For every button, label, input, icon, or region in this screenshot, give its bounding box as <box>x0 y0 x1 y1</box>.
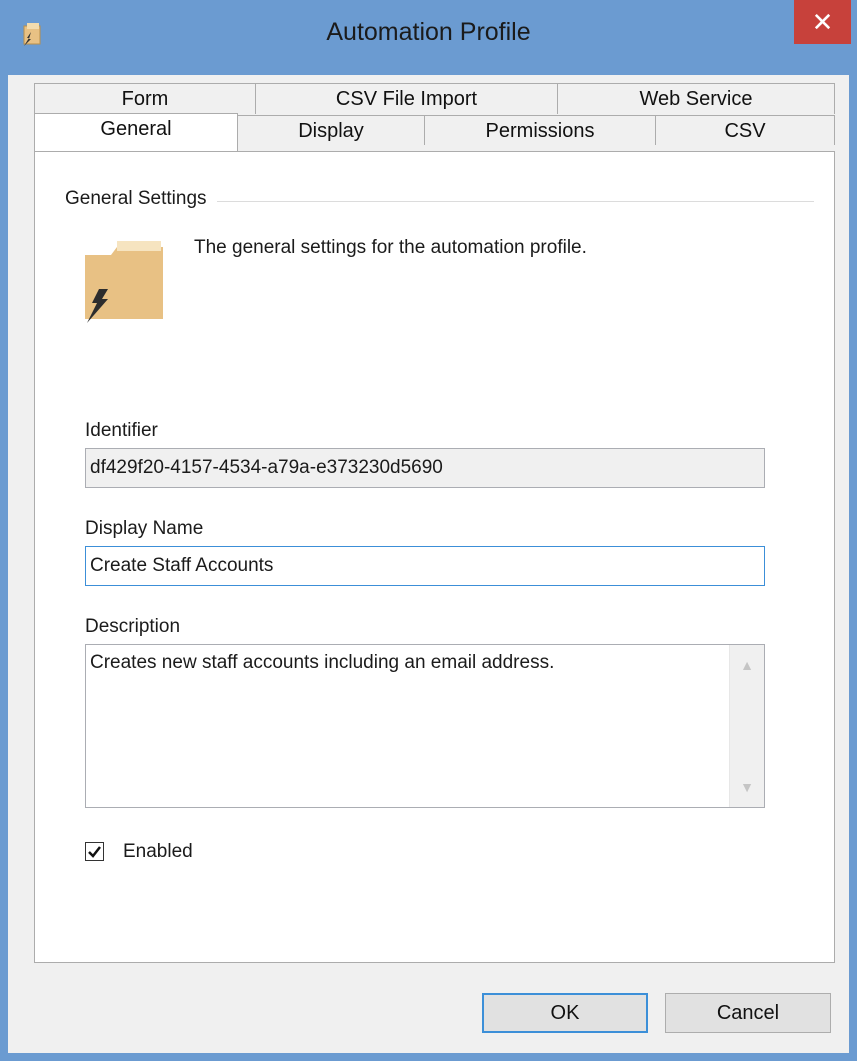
tab-csv[interactable]: CSV <box>655 115 835 145</box>
identifier-field[interactable]: df429f20-4157-4534-a79a-e373230d5690 <box>85 448 765 488</box>
automation-folder-icon <box>81 237 169 325</box>
enabled-checkbox[interactable] <box>85 842 104 861</box>
scroll-up-icon[interactable]: ▲ <box>730 650 764 680</box>
display-name-label: Display Name <box>85 518 204 539</box>
dialog-client-area: Form CSV File Import Web Service General… <box>8 75 849 1053</box>
tab-display[interactable]: Display <box>237 115 425 145</box>
tab-permissions[interactable]: Permissions <box>424 115 656 145</box>
description-text: Creates new staff accounts including an … <box>90 652 555 673</box>
ok-button[interactable]: OK <box>482 993 648 1033</box>
dialog-window: Automation Profile ✕ Form CSV File Impor… <box>0 0 857 1061</box>
title-bar: Automation Profile ✕ <box>0 0 857 75</box>
settings-description: The general settings for the automation … <box>194 237 587 258</box>
tab-general[interactable]: General <box>34 113 238 151</box>
tab-csv-file-import[interactable]: CSV File Import <box>255 83 558 114</box>
close-button[interactable]: ✕ <box>794 0 851 44</box>
tab-web-service[interactable]: Web Service <box>557 83 835 114</box>
scroll-down-icon[interactable]: ▼ <box>730 772 764 802</box>
checkmark-icon <box>88 846 101 858</box>
identifier-label: Identifier <box>85 420 158 441</box>
display-name-field[interactable]: Create Staff Accounts <box>85 546 765 586</box>
description-scrollbar[interactable]: ▲ ▼ <box>729 645 764 807</box>
enabled-label: Enabled <box>123 841 193 862</box>
close-icon: ✕ <box>811 6 834 37</box>
description-label: Description <box>85 616 181 637</box>
window-title: Automation Profile <box>326 18 531 46</box>
general-tab-panel: General Settings The general settings fo… <box>34 151 835 963</box>
group-title: General Settings <box>65 188 217 210</box>
tab-form[interactable]: Form <box>34 83 256 114</box>
cancel-button[interactable]: Cancel <box>665 993 831 1033</box>
description-field[interactable]: Creates new staff accounts including an … <box>85 644 765 808</box>
